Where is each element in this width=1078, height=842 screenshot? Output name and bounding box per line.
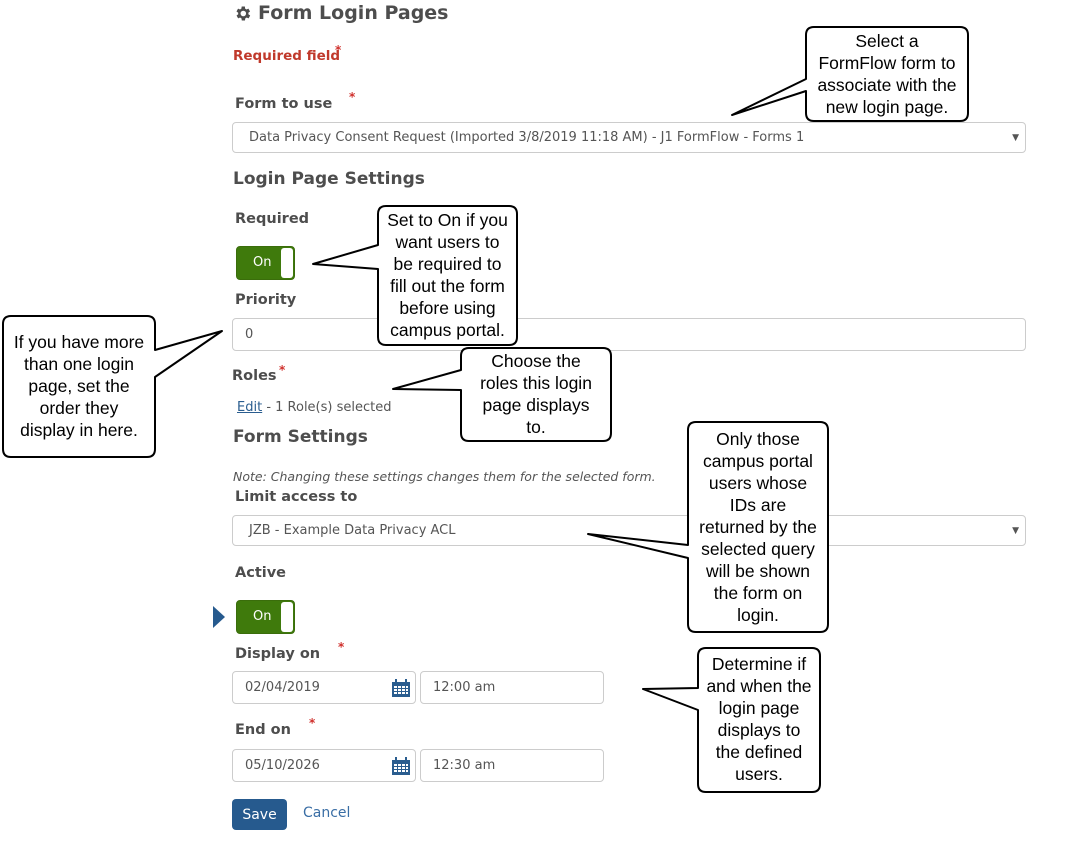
callout-line: roles this login [480, 373, 592, 393]
dropdown-caret-icon: ▼ [1012, 133, 1019, 143]
callout-line: login. [737, 605, 779, 625]
roles-summary: Edit - 1 Role(s) selected [237, 400, 391, 415]
callout-line: selected query [701, 539, 815, 559]
callout-line: be required to [393, 254, 502, 274]
callout-roles: Choose the roles this login page display… [461, 350, 611, 438]
priority-input[interactable]: 0 [232, 318, 1026, 351]
callout-line: before using [399, 298, 496, 318]
dropdown-caret-icon: ▼ [1012, 526, 1019, 536]
required-marker: * [335, 43, 342, 57]
callout-line: the form on [713, 583, 803, 603]
required-field-legend: Required field [233, 48, 340, 64]
callout-line: want users to [395, 232, 500, 252]
callout-line: will be shown [705, 561, 811, 581]
required-marker: * [279, 363, 286, 377]
calendar-icon[interactable] [391, 679, 411, 698]
required-toggle-label: On [253, 255, 272, 270]
roles-label: Roles [232, 368, 277, 384]
callout-line: the defined [715, 742, 803, 762]
callout-priority: If you have more than one login page, se… [3, 331, 155, 441]
callout-line: associate with the [817, 75, 957, 95]
callout-line: to. [526, 417, 546, 437]
limit-access-label: Limit access to [235, 489, 358, 505]
priority-label: Priority [235, 292, 297, 308]
end-on-time-value: 12:30 am [433, 758, 496, 773]
priority-value: 0 [245, 327, 254, 342]
form-to-use-select[interactable]: Data Privacy Consent Request (Imported 3… [232, 122, 1026, 153]
active-toggle[interactable]: On [236, 600, 295, 634]
display-on-time-value: 12:00 am [433, 680, 496, 695]
display-on-date-value: 02/04/2019 [245, 680, 320, 695]
required-label: Required [235, 211, 310, 227]
callout-line: Only those [716, 429, 800, 449]
form-settings-heading: Form Settings [233, 427, 368, 447]
active-label: Active [235, 565, 287, 581]
calendar-icon[interactable] [391, 757, 411, 776]
page-title: Form Login Pages [233, 2, 449, 24]
callout-line: If you have more [13, 332, 145, 352]
callout-line: new login page. [825, 97, 949, 117]
callout-line: IDs are [729, 495, 787, 515]
toggle-knob [281, 602, 293, 632]
callout-line: fill out the form [390, 276, 505, 296]
callout-line: FormFlow form to [818, 53, 956, 73]
display-on-time-input[interactable]: 12:00 am [420, 671, 604, 704]
required-marker: * [309, 716, 316, 730]
callout-line: returned by the [699, 517, 817, 537]
required-marker: * [349, 90, 356, 104]
display-on-date-input[interactable]: 02/04/2019 [232, 671, 416, 704]
callout-line: Determine if [711, 654, 807, 674]
callout-line: campus portal [703, 451, 813, 471]
toggle-knob [281, 248, 293, 278]
callout-line: login page [718, 698, 800, 718]
current-field-marker-icon [213, 606, 225, 628]
gear-icon [236, 6, 251, 20]
callout-line: displays to [717, 720, 801, 740]
required-toggle[interactable]: On [236, 246, 295, 280]
callout-line: Choose the [491, 351, 581, 371]
callout-line: users. [735, 764, 783, 784]
callout-line: Select a [855, 31, 919, 51]
callout-line: and when the [706, 676, 812, 696]
page-title-text: Form Login Pages [258, 2, 449, 24]
callout-line: page, set the [28, 376, 130, 396]
callout-line: than one login [24, 354, 134, 374]
callout-form-select: Select a FormFlow form to associate with… [806, 30, 968, 118]
callout-dates: Determine if and when the login page dis… [698, 653, 820, 785]
end-on-date-input[interactable]: 05/10/2026 [232, 749, 416, 782]
callout-line: users whose [708, 473, 808, 493]
callout-line: page displays [482, 395, 590, 415]
roles-count: - 1 Role(s) selected [262, 400, 392, 415]
form-to-use-label: Form to use [235, 96, 333, 112]
login-page-settings-heading: Login Page Settings [233, 169, 425, 189]
display-on-label: Display on [235, 646, 321, 662]
form-settings-note: Note: Changing these settings changes th… [233, 469, 656, 484]
callout-line: display in here. [20, 420, 138, 440]
active-toggle-label: On [253, 609, 272, 624]
callout-limit-access: Only those campus portal users whose IDs… [688, 428, 828, 626]
callout-required: Set to On if you want users to be requir… [378, 209, 517, 341]
callout-line: Set to On if you [387, 210, 508, 230]
callout-line: campus portal. [390, 320, 505, 340]
save-button[interactable]: Save [232, 799, 287, 830]
end-on-label: End on [235, 722, 291, 738]
limit-access-value: JZB - Example Data Privacy ACL [249, 523, 456, 538]
limit-access-select[interactable]: JZB - Example Data Privacy ACL ▼ [232, 515, 1026, 546]
end-on-date-value: 05/10/2026 [245, 758, 320, 773]
callout-line: order they [39, 398, 119, 418]
form-to-use-value: Data Privacy Consent Request (Imported 3… [249, 130, 805, 145]
required-marker: * [338, 640, 345, 654]
required-legend-text: Required field [233, 48, 341, 64]
end-on-time-input[interactable]: 12:30 am [420, 749, 604, 782]
cancel-link[interactable]: Cancel [303, 805, 350, 821]
roles-edit-link[interactable]: Edit [237, 400, 262, 415]
